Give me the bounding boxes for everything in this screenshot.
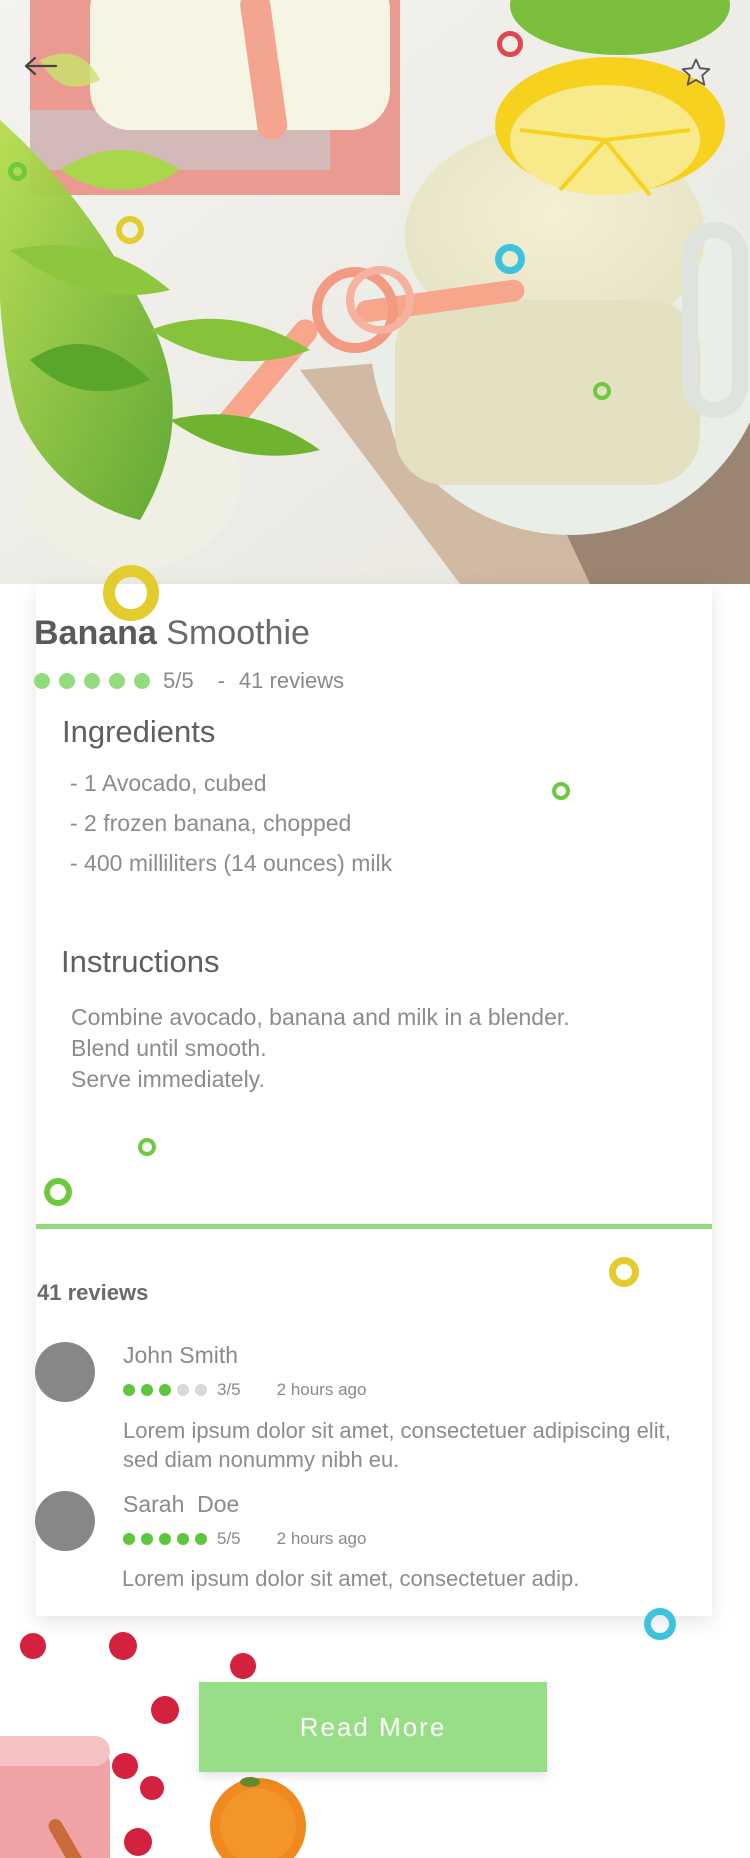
instructions-list: Combine avocado, banana and milk in a bl… (71, 1002, 570, 1095)
review-meta: 5/5 2 hours ago (123, 1529, 366, 1549)
back-button[interactable] (24, 56, 76, 108)
rating-separator: - (217, 668, 225, 693)
reviews-title: 41 reviews (37, 1280, 149, 1305)
review-star-dot (123, 1384, 135, 1396)
smoothie-photo (0, 0, 750, 584)
rating-dot (59, 673, 75, 689)
review-star-dot (195, 1533, 207, 1545)
arrow-left-icon (24, 56, 58, 76)
avatar[interactable] (35, 1491, 95, 1551)
favorite-button[interactable] (679, 56, 731, 108)
review-score: 3/5 (217, 1380, 241, 1399)
rating-dot (109, 673, 125, 689)
avatar[interactable] (35, 1342, 95, 1402)
hero-image (0, 0, 750, 584)
rating-dot (84, 673, 100, 689)
review-star-dot (177, 1533, 189, 1545)
star-outline-icon (681, 58, 711, 86)
review-count-link[interactable]: 41 reviews (239, 668, 344, 694)
instruction-step: Serve immediately. (71, 1066, 265, 1092)
instruction-step: Combine avocado, banana and milk in a bl… (71, 1004, 570, 1030)
instructions-title: Instructions (61, 944, 220, 979)
decor-ring (8, 162, 27, 181)
review-score: 5/5 (217, 1529, 241, 1548)
recipe-title-light: Smoothie (166, 614, 310, 652)
decor-ring (609, 1257, 639, 1287)
ingredient-item: - 400 milliliters (14 ounces) milk (70, 850, 393, 876)
decor-ring (552, 782, 570, 800)
rating-dot (34, 673, 50, 689)
review-star-dot (123, 1533, 135, 1545)
review-star-dot (141, 1384, 153, 1396)
recipe-card: Banana Smoothie 5/5 - 41 reviews Ingredi… (34, 584, 712, 1616)
review-star-dot (159, 1533, 171, 1545)
reviewer-name[interactable]: John Smith (123, 1342, 238, 1369)
decor-ring (495, 244, 525, 274)
decor-ring (644, 1608, 676, 1640)
ingredients-title: Ingredients (62, 714, 216, 749)
review-time: 2 hours ago (276, 1529, 367, 1548)
decor-ring (103, 565, 159, 621)
recipe-rating: 5/5 - 41 reviews (34, 668, 344, 694)
rating-dot (134, 673, 150, 689)
review-star-dot (141, 1533, 153, 1545)
rating-score: 5/5 (163, 668, 194, 693)
read-more-button[interactable]: Read More (199, 1682, 547, 1772)
ingredient-item: - 1 Avocado, cubed (70, 770, 267, 796)
decor-ring (44, 1178, 72, 1206)
review-time: 2 hours ago (276, 1380, 367, 1399)
review-star-dot (195, 1384, 207, 1396)
reviewer-name[interactable]: Sarah Doe (123, 1491, 239, 1518)
review-star-dot (177, 1384, 189, 1396)
recipe-title: Banana Smoothie (34, 614, 310, 653)
review-meta: 3/5 2 hours ago (123, 1380, 366, 1400)
review-star-dot (159, 1384, 171, 1396)
decor-ring (116, 216, 144, 244)
decor-ring (593, 382, 611, 400)
section-divider (36, 1224, 712, 1229)
instruction-step: Blend until smooth. (71, 1035, 267, 1061)
ingredients-list: - 1 Avocado, cubed - 2 frozen banana, ch… (70, 768, 392, 888)
review-text: Lorem ipsum dolor sit amet, consectetuer… (123, 1418, 671, 1472)
decor-ring (138, 1138, 156, 1156)
review-text: Lorem ipsum dolor sit amet, consectetuer… (122, 1566, 580, 1591)
rating-dots (34, 673, 159, 689)
ingredient-item: - 2 frozen banana, chopped (70, 810, 352, 836)
decor-ring (497, 31, 523, 57)
